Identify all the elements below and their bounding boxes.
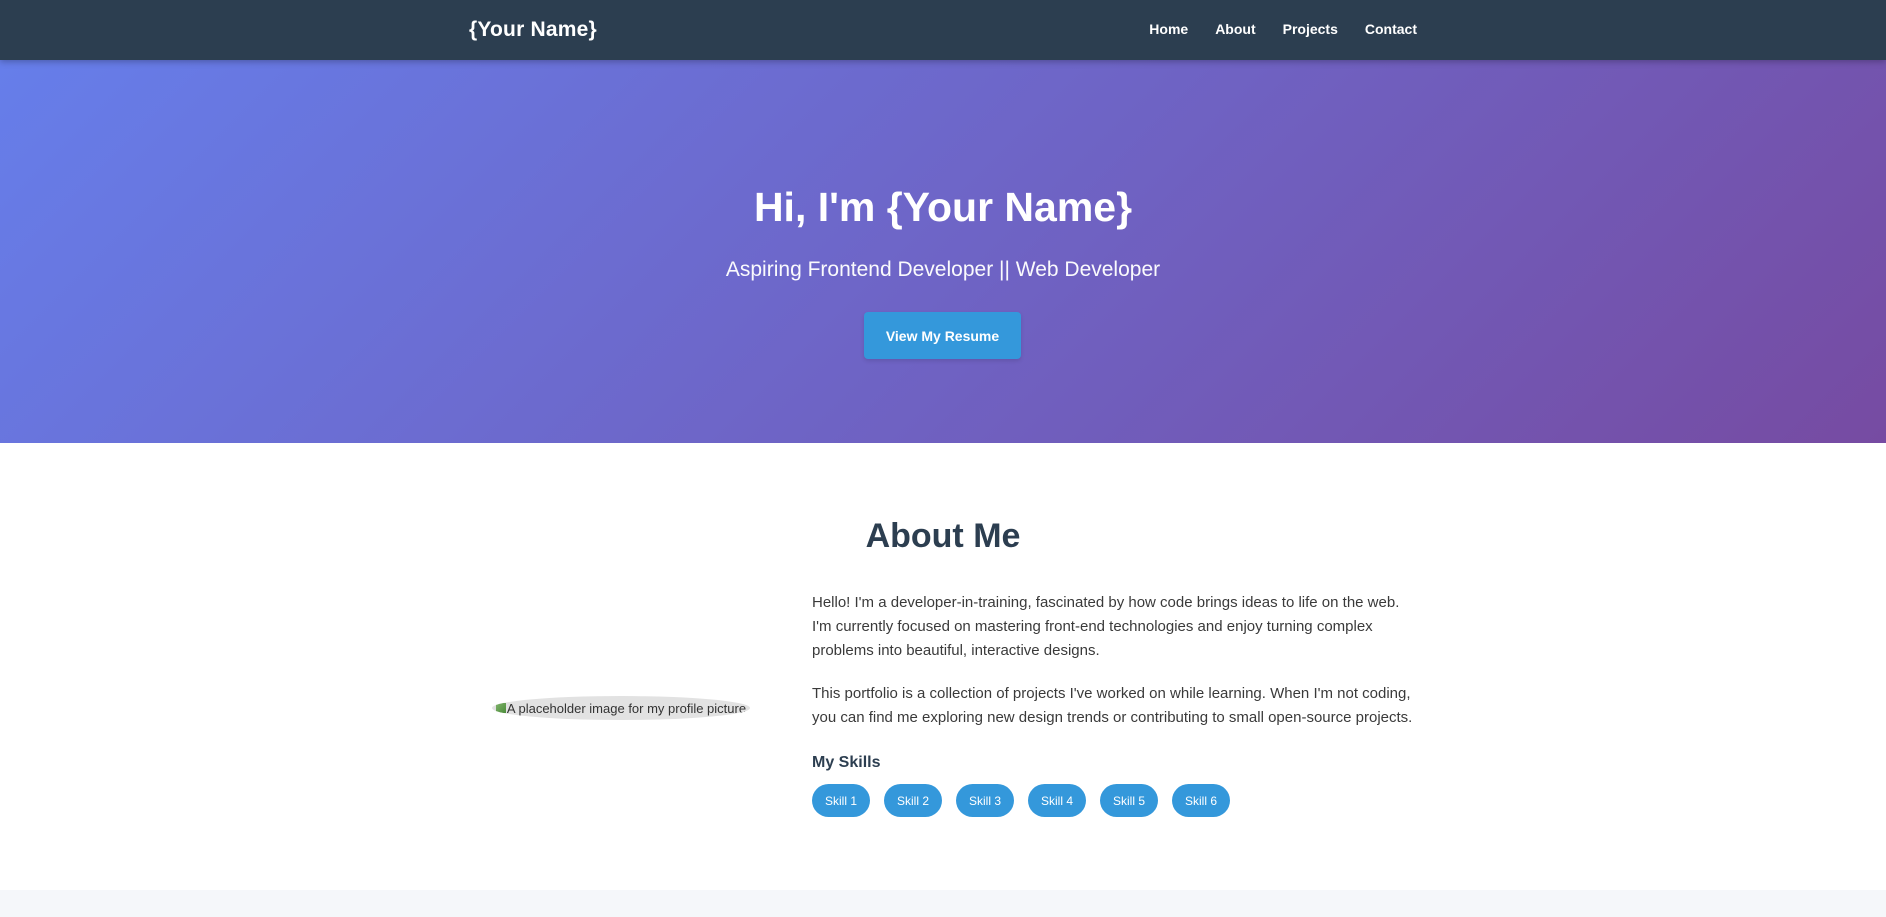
nav-link-about[interactable]: About — [1215, 21, 1255, 37]
skill-tag: Skill 1 — [812, 784, 870, 817]
skill-tag: Skill 5 — [1100, 784, 1158, 817]
about-paragraph-1: Hello! I'm a developer-in-training, fasc… — [812, 594, 1400, 659]
nav-item-about: About — [1215, 21, 1255, 39]
nav-item-contact: Contact — [1365, 21, 1417, 39]
nav-item-home: Home — [1149, 21, 1188, 39]
navbar: {Your Name} Home About Projects Contact — [0, 0, 1886, 60]
nav-links: Home About Projects Contact — [1122, 21, 1417, 39]
about-text: Hello! I'm a developer-in-training, fasc… — [812, 591, 1417, 817]
navbar-container: {Your Name} Home About Projects Contact — [469, 0, 1417, 60]
hero-subtitle: Aspiring Frontend Developer || Web Devel… — [725, 258, 1161, 281]
site-logo[interactable]: {Your Name} — [469, 18, 597, 42]
hero-section: Hi, I'm {Your Name} Aspiring Frontend De… — [0, 60, 1886, 443]
nav-item-projects: Projects — [1283, 21, 1338, 39]
skills-heading: My Skills — [812, 754, 881, 771]
profile-image-alt-text: A placeholder image for my profile pictu… — [506, 700, 747, 716]
about-title: About Me — [865, 517, 1021, 555]
skill-tag: Skill 3 — [956, 784, 1014, 817]
skill-tag: Skill 4 — [1028, 784, 1086, 817]
nav-link-projects[interactable]: Projects — [1283, 21, 1338, 37]
skill-tag: Skill 2 — [884, 784, 942, 817]
skills-list: Skill 1 Skill 2 Skill 3 Skill 4 Skill 5 … — [812, 784, 1417, 817]
nav-link-contact[interactable]: Contact — [1365, 21, 1417, 37]
profile-image: A placeholder image for my profile pictu… — [492, 696, 750, 720]
about-section: About Me A placeholder image for my prof… — [0, 443, 1886, 890]
view-resume-button[interactable]: View My Resume — [864, 312, 1021, 359]
nav-link-home[interactable]: Home — [1149, 21, 1188, 37]
projects-section-top — [0, 890, 1886, 917]
broken-image-icon — [495, 703, 506, 713]
hero-title: Hi, I'm {Your Name} — [753, 184, 1133, 230]
skill-tag: Skill 6 — [1172, 784, 1230, 817]
about-paragraph-2: This portfolio is a collection of projec… — [812, 685, 1413, 726]
